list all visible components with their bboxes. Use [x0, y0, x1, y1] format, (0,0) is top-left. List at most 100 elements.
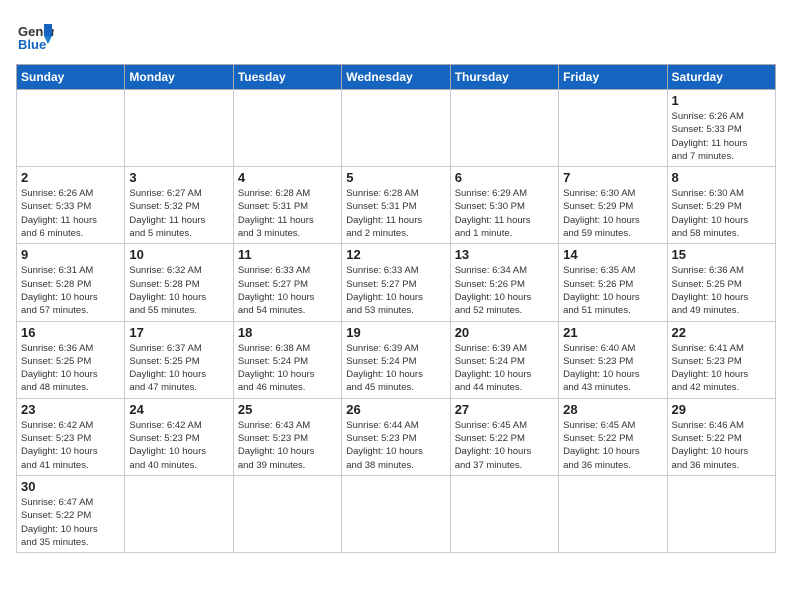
- calendar-day-cell: 9Sunrise: 6:31 AM Sunset: 5:28 PM Daylig…: [17, 244, 125, 321]
- calendar-day-cell: 22Sunrise: 6:41 AM Sunset: 5:23 PM Dayli…: [667, 321, 775, 398]
- calendar-week-row: 9Sunrise: 6:31 AM Sunset: 5:28 PM Daylig…: [17, 244, 776, 321]
- day-info: Sunrise: 6:28 AM Sunset: 5:31 PM Dayligh…: [238, 187, 337, 240]
- day-number: 21: [563, 325, 662, 340]
- day-number: 30: [21, 479, 120, 494]
- calendar-body: 1Sunrise: 6:26 AM Sunset: 5:33 PM Daylig…: [17, 90, 776, 553]
- day-number: 13: [455, 247, 554, 262]
- svg-text:Blue: Blue: [18, 37, 46, 52]
- day-number: 4: [238, 170, 337, 185]
- calendar-day-cell: 14Sunrise: 6:35 AM Sunset: 5:26 PM Dayli…: [559, 244, 667, 321]
- day-info: Sunrise: 6:36 AM Sunset: 5:25 PM Dayligh…: [21, 342, 120, 395]
- calendar-week-row: 23 Sunrise: 6:42 AM Sunset: 5:23 PM Dayli…: [17, 398, 776, 475]
- calendar-day-cell: [233, 90, 341, 167]
- day-number: 2: [21, 170, 120, 185]
- day-info: Sunrise: 6:42 AM Sunset: 5:23 PM Dayligh…: [21, 419, 120, 472]
- day-number: 23: [21, 402, 120, 417]
- calendar-day-cell: 5Sunrise: 6:28 AM Sunset: 5:31 PM Daylig…: [342, 167, 450, 244]
- calendar-table: SundayMondayTuesdayWednesdayThursdayFrid…: [16, 64, 776, 553]
- weekday-header-cell: Monday: [125, 65, 233, 90]
- weekday-header-cell: Thursday: [450, 65, 558, 90]
- calendar-week-row: 1Sunrise: 6:26 AM Sunset: 5:33 PM Daylig…: [17, 90, 776, 167]
- calendar-day-cell: 2 Sunrise: 6:26 AM Sunset: 5:33 PM Daylig…: [17, 167, 125, 244]
- calendar-day-cell: 4 Sunrise: 6:28 AM Sunset: 5:31 PM Daylig…: [233, 167, 341, 244]
- page-header: General Blue: [16, 16, 776, 54]
- calendar-day-cell: 24 Sunrise: 6:42 AM Sunset: 5:23 PM Dayli…: [125, 398, 233, 475]
- day-info: Sunrise: 6:38 AM Sunset: 5:24 PM Dayligh…: [238, 342, 337, 395]
- weekday-header-cell: Saturday: [667, 65, 775, 90]
- day-number: 27: [455, 402, 554, 417]
- day-info: Sunrise: 6:43 AM Sunset: 5:23 PM Dayligh…: [238, 419, 337, 472]
- weekday-header-cell: Wednesday: [342, 65, 450, 90]
- calendar-day-cell: 7 Sunrise: 6:30 AM Sunset: 5:29 PM Daylig…: [559, 167, 667, 244]
- logo-icon: General Blue: [16, 16, 54, 54]
- calendar-day-cell: [233, 475, 341, 552]
- day-number: 8: [672, 170, 771, 185]
- calendar-week-row: 30 Sunrise: 6:47 AM Sunset: 5:22 PM Dayli…: [17, 475, 776, 552]
- calendar-day-cell: [450, 475, 558, 552]
- calendar-day-cell: 21 Sunrise: 6:40 AM Sunset: 5:23 PM Dayli…: [559, 321, 667, 398]
- calendar-day-cell: 10Sunrise: 6:32 AM Sunset: 5:28 PM Dayli…: [125, 244, 233, 321]
- day-info: Sunrise: 6:42 AM Sunset: 5:23 PM Dayligh…: [129, 419, 228, 472]
- calendar-day-cell: 17Sunrise: 6:37 AM Sunset: 5:25 PM Dayli…: [125, 321, 233, 398]
- day-number: 3: [129, 170, 228, 185]
- calendar-day-cell: 16 Sunrise: 6:36 AM Sunset: 5:25 PM Dayli…: [17, 321, 125, 398]
- day-info: Sunrise: 6:28 AM Sunset: 5:31 PM Dayligh…: [346, 187, 445, 240]
- weekday-header-cell: Friday: [559, 65, 667, 90]
- day-number: 22: [672, 325, 771, 340]
- day-info: Sunrise: 6:44 AM Sunset: 5:23 PM Dayligh…: [346, 419, 445, 472]
- calendar-day-cell: 25Sunrise: 6:43 AM Sunset: 5:23 PM Dayli…: [233, 398, 341, 475]
- calendar-day-cell: [125, 475, 233, 552]
- day-info: Sunrise: 6:32 AM Sunset: 5:28 PM Dayligh…: [129, 264, 228, 317]
- day-number: 18: [238, 325, 337, 340]
- calendar-day-cell: [17, 90, 125, 167]
- calendar-day-cell: 20 Sunrise: 6:39 AM Sunset: 5:24 PM Dayli…: [450, 321, 558, 398]
- day-info: Sunrise: 6:47 AM Sunset: 5:22 PM Dayligh…: [21, 496, 120, 549]
- day-info: Sunrise: 6:26 AM Sunset: 5:33 PM Dayligh…: [21, 187, 120, 240]
- day-info: Sunrise: 6:40 AM Sunset: 5:23 PM Dayligh…: [563, 342, 662, 395]
- calendar-day-cell: 27Sunrise: 6:45 AM Sunset: 5:22 PM Dayli…: [450, 398, 558, 475]
- logo: General Blue: [16, 16, 54, 54]
- calendar-day-cell: 1Sunrise: 6:26 AM Sunset: 5:33 PM Daylig…: [667, 90, 775, 167]
- calendar-day-cell: 30 Sunrise: 6:47 AM Sunset: 5:22 PM Dayli…: [17, 475, 125, 552]
- calendar-day-cell: 15Sunrise: 6:36 AM Sunset: 5:25 PM Dayli…: [667, 244, 775, 321]
- calendar-day-cell: 13 Sunrise: 6:34 AM Sunset: 5:26 PM Dayli…: [450, 244, 558, 321]
- day-info: Sunrise: 6:39 AM Sunset: 5:24 PM Dayligh…: [346, 342, 445, 395]
- day-info: Sunrise: 6:39 AM Sunset: 5:24 PM Dayligh…: [455, 342, 554, 395]
- day-info: Sunrise: 6:29 AM Sunset: 5:30 PM Dayligh…: [455, 187, 554, 240]
- day-info: Sunrise: 6:26 AM Sunset: 5:33 PM Dayligh…: [672, 110, 771, 163]
- day-info: Sunrise: 6:33 AM Sunset: 5:27 PM Dayligh…: [238, 264, 337, 317]
- weekday-header-cell: Sunday: [17, 65, 125, 90]
- calendar-day-cell: 26 Sunrise: 6:44 AM Sunset: 5:23 PM Dayli…: [342, 398, 450, 475]
- calendar-day-cell: 28 Sunrise: 6:45 AM Sunset: 5:22 PM Dayli…: [559, 398, 667, 475]
- calendar-day-cell: 12Sunrise: 6:33 AM Sunset: 5:27 PM Dayli…: [342, 244, 450, 321]
- day-number: 26: [346, 402, 445, 417]
- calendar-day-cell: 8Sunrise: 6:30 AM Sunset: 5:29 PM Daylig…: [667, 167, 775, 244]
- calendar-day-cell: [667, 475, 775, 552]
- day-info: Sunrise: 6:46 AM Sunset: 5:22 PM Dayligh…: [672, 419, 771, 472]
- calendar-week-row: 2 Sunrise: 6:26 AM Sunset: 5:33 PM Daylig…: [17, 167, 776, 244]
- day-info: Sunrise: 6:30 AM Sunset: 5:29 PM Dayligh…: [563, 187, 662, 240]
- calendar-day-cell: 3Sunrise: 6:27 AM Sunset: 5:32 PM Daylig…: [125, 167, 233, 244]
- day-info: Sunrise: 6:45 AM Sunset: 5:22 PM Dayligh…: [563, 419, 662, 472]
- calendar-day-cell: [559, 90, 667, 167]
- calendar-day-cell: 29 Sunrise: 6:46 AM Sunset: 5:22 PM Dayli…: [667, 398, 775, 475]
- calendar-day-cell: 23 Sunrise: 6:42 AM Sunset: 5:23 PM Dayli…: [17, 398, 125, 475]
- calendar-day-cell: 18 Sunrise: 6:38 AM Sunset: 5:24 PM Dayli…: [233, 321, 341, 398]
- day-number: 14: [563, 247, 662, 262]
- day-number: 16: [21, 325, 120, 340]
- day-number: 6: [455, 170, 554, 185]
- calendar-day-cell: [342, 90, 450, 167]
- day-number: 15: [672, 247, 771, 262]
- weekday-header-row: SundayMondayTuesdayWednesdayThursdayFrid…: [17, 65, 776, 90]
- day-number: 7: [563, 170, 662, 185]
- day-number: 11: [238, 247, 337, 262]
- calendar-day-cell: [559, 475, 667, 552]
- day-info: Sunrise: 6:34 AM Sunset: 5:26 PM Dayligh…: [455, 264, 554, 317]
- day-number: 24: [129, 402, 228, 417]
- day-info: Sunrise: 6:31 AM Sunset: 5:28 PM Dayligh…: [21, 264, 120, 317]
- day-number: 28: [563, 402, 662, 417]
- calendar-week-row: 16 Sunrise: 6:36 AM Sunset: 5:25 PM Dayli…: [17, 321, 776, 398]
- day-number: 20: [455, 325, 554, 340]
- day-number: 29: [672, 402, 771, 417]
- calendar-day-cell: [450, 90, 558, 167]
